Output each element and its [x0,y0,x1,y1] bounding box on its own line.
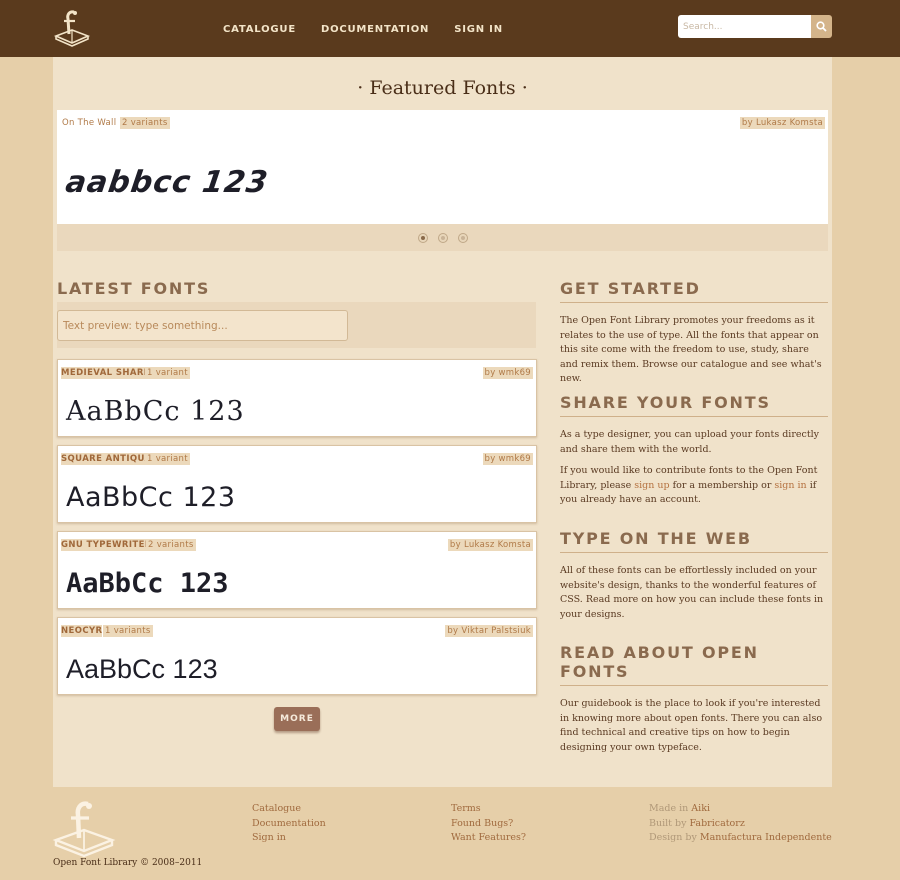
footer-link-catalogue[interactable]: Catalogue [252,802,326,817]
featured-font-card[interactable]: On The Wall 2 variants by Lukasz Komsta … [57,110,828,224]
book-f-logo-icon [53,10,91,47]
search-button[interactable] [811,15,832,38]
font-variants: 1 variant [145,453,190,465]
footer-links-support: Terms Found Bugs? Want Features? [451,802,526,846]
sign-up-link[interactable]: sign up [634,480,669,491]
font-name[interactable]: MEDIEVAL SHARP [61,367,151,379]
text-preview-input[interactable] [57,310,348,341]
share-fonts-heading: SHARE YOUR FONTS [560,393,771,412]
top-navigation-bar: CATALOGUE DOCUMENTATION SIGN IN [0,0,900,57]
get-started-heading: GET STARTED [560,279,701,298]
divider [560,685,828,686]
type-on-web-section: TYPE ON THE WEB All of these fonts can b… [560,529,828,629]
font-author[interactable]: by wmk69 [482,367,533,379]
font-card-medieval-sharp[interactable]: MEDIEVAL SHARP 1 variant by wmk69 AaBbCc… [57,359,537,437]
credit-prefix: Made in [649,803,692,814]
carousel-dot-1[interactable] [417,232,428,243]
type-on-web-text: All of these fonts can be effortlessly i… [560,565,824,620]
contribute-text: If you would like to contribute fonts to… [560,464,828,508]
credit-built-by: Built by Fabricatorz [649,817,832,832]
main-nav: CATALOGUE DOCUMENTATION SIGN IN [223,24,528,35]
get-started-text: The Open Font Library promotes your free… [560,315,822,384]
divider [560,302,828,303]
read-about-heading: READ ABOUT OPEN FONTS [560,643,759,681]
font-sample: AaBbCc 123 [66,396,245,427]
carousel-pager [57,224,828,251]
manufactura-link[interactable]: Manufactura Independente [700,832,832,843]
contribute-text-part: for a membership or [669,479,775,491]
footer-link-terms[interactable]: Terms [451,802,526,817]
footer-link-sign-in[interactable]: Sign in [252,831,326,846]
featured-font-name[interactable]: On The Wall [60,117,118,129]
share-fonts-text: As a type designer, you can upload your … [560,429,820,455]
get-started-section: GET STARTED The Open Font Library promot… [560,279,828,394]
credit-prefix: Built by [649,817,690,829]
divider [560,416,828,417]
font-sample: AaBbCc 123 [66,482,236,513]
credit-design-by: Design by Manufactura Independente [649,831,832,846]
font-name[interactable]: GNU TYPEWRITER [61,539,152,551]
font-author[interactable]: by Viktar Palstsiuk [445,625,533,637]
open-font-library-logo[interactable] [52,8,92,48]
featured-fonts-title: · Featured Fonts · [357,77,528,99]
search-icon [816,21,827,32]
font-card-square-antiqua[interactable]: SQUARE ANTIQUA 1 variant by wmk69 AaBbCc… [57,445,537,523]
nav-documentation[interactable]: DOCUMENTATION [321,24,429,35]
footer-link-documentation[interactable]: Documentation [252,817,326,832]
carousel-dot-2[interactable] [437,232,448,243]
text-preview-bar [57,302,536,348]
font-card-neocyr[interactable]: NEOCYR 1 variants by Viktar Palstsiuk Aa… [57,617,537,695]
share-fonts-section: SHARE YOUR FONTS As a type designer, you… [560,393,828,515]
nav-sign-in[interactable]: SIGN IN [454,24,503,35]
credit-prefix: Design by [649,832,700,843]
read-about-text: Our guidebook is the place to look if yo… [560,698,823,753]
font-name[interactable]: NEOCYR [61,625,103,637]
read-about-section: READ ABOUT OPEN FONTS Our guidebook is t… [560,643,828,762]
font-author[interactable]: by wmk69 [482,453,533,465]
font-card-gnu-typewriter[interactable]: GNU TYPEWRITER 2 variants by Lukasz Koms… [57,531,537,609]
copyright: Open Font Library © 2008–2011 [53,858,203,868]
footer-credits: Made in Aiki Built by Fabricatorz Design… [649,802,832,846]
nav-catalogue[interactable]: CATALOGUE [223,24,296,35]
aiki-link[interactable]: Aiki [691,803,710,814]
font-sample: AaBbCc 123 [66,568,229,599]
sign-in-link[interactable]: sign in [774,480,806,491]
footer-link-bugs[interactable]: Found Bugs? [451,817,526,832]
book-f-logo-icon [52,801,116,858]
carousel-dot-3[interactable] [457,232,468,243]
more-button[interactable]: MORE [274,707,320,731]
font-name[interactable]: SQUARE ANTIQUA [61,453,152,465]
footer-logo[interactable] [52,800,116,858]
divider [560,552,828,553]
search-box [678,15,832,38]
font-variants: 1 variants [103,625,153,637]
type-on-web-heading: TYPE ON THE WEB [560,529,752,548]
search-input[interactable] [678,15,811,38]
featured-font-sample: aabbcc 123 [63,165,271,200]
footer-links-main: Catalogue Documentation Sign in [252,802,326,846]
main-content: · Featured Fonts · On The Wall 2 variant… [53,57,832,787]
font-variants: 1 variant [145,367,190,379]
font-sample: AaBbCc 123 [66,654,218,684]
featured-font-variants: 2 variants [120,117,170,129]
font-author[interactable]: by Lukasz Komsta [447,539,533,551]
font-variants: 2 variants [146,539,196,551]
footer-link-features[interactable]: Want Features? [451,831,526,846]
latest-fonts-heading: LATEST FONTS [57,279,211,298]
credit-made-in: Made in Aiki [649,802,832,817]
fabricatorz-link[interactable]: Fabricatorz [689,818,744,829]
featured-font-author[interactable]: by Lukasz Komsta [739,117,825,129]
